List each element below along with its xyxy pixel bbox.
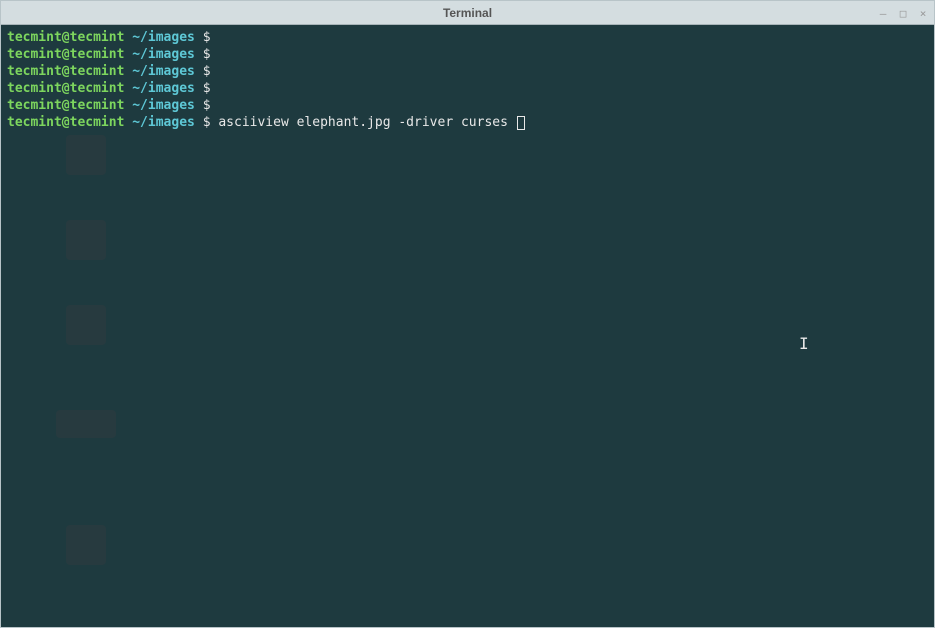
path: ~/images bbox=[132, 30, 195, 45]
path: ~/images bbox=[132, 47, 195, 62]
prompt-symbol: $ bbox=[203, 115, 211, 130]
prompt-symbol: $ bbox=[203, 81, 211, 96]
prompt-symbol: $ bbox=[203, 98, 211, 113]
ghost-icon bbox=[31, 220, 141, 264]
path: ~/images bbox=[132, 98, 195, 113]
path: ~/images bbox=[132, 81, 195, 96]
terminal-body[interactable]: tecmint@tecmint ~/images $ tecmint@tecmi… bbox=[1, 25, 934, 627]
prompt-line: tecmint@tecmint ~/images $ bbox=[7, 63, 928, 80]
ghost-icon bbox=[31, 410, 141, 442]
ghost-icon bbox=[31, 135, 141, 179]
prompt-line: tecmint@tecmint ~/images $ asciiview ele… bbox=[7, 114, 928, 131]
terminal-window: Terminal – □ × tecmint@tecmint ~/images … bbox=[0, 0, 935, 628]
prompt-line: tecmint@tecmint ~/images $ bbox=[7, 80, 928, 97]
prompt-symbol: $ bbox=[203, 47, 211, 62]
prompt-symbol: $ bbox=[203, 64, 211, 79]
user-host: tecmint@tecmint bbox=[7, 98, 124, 113]
minimize-button[interactable]: – bbox=[876, 6, 890, 20]
prompt-symbol: $ bbox=[203, 30, 211, 45]
titlebar[interactable]: Terminal – □ × bbox=[1, 1, 934, 25]
ghost-icon bbox=[31, 525, 141, 569]
user-host: tecmint@tecmint bbox=[7, 81, 124, 96]
prompt-line: tecmint@tecmint ~/images $ bbox=[7, 46, 928, 63]
maximize-button[interactable]: □ bbox=[896, 6, 910, 20]
command-text: asciiview elephant.jpg -driver curses bbox=[218, 115, 515, 130]
close-button[interactable]: × bbox=[916, 6, 930, 20]
user-host: tecmint@tecmint bbox=[7, 30, 124, 45]
user-host: tecmint@tecmint bbox=[7, 115, 124, 130]
path: ~/images bbox=[132, 64, 195, 79]
user-host: tecmint@tecmint bbox=[7, 64, 124, 79]
ghost-icon bbox=[31, 305, 141, 349]
prompt-line: tecmint@tecmint ~/images $ bbox=[7, 29, 928, 46]
user-host: tecmint@tecmint bbox=[7, 47, 124, 62]
window-title: Terminal bbox=[443, 6, 492, 20]
terminal-cursor bbox=[517, 116, 525, 130]
window-controls: – □ × bbox=[876, 1, 930, 25]
prompt-line: tecmint@tecmint ~/images $ bbox=[7, 97, 928, 114]
path: ~/images bbox=[132, 115, 195, 130]
mouse-text-cursor-icon: I bbox=[799, 335, 809, 352]
